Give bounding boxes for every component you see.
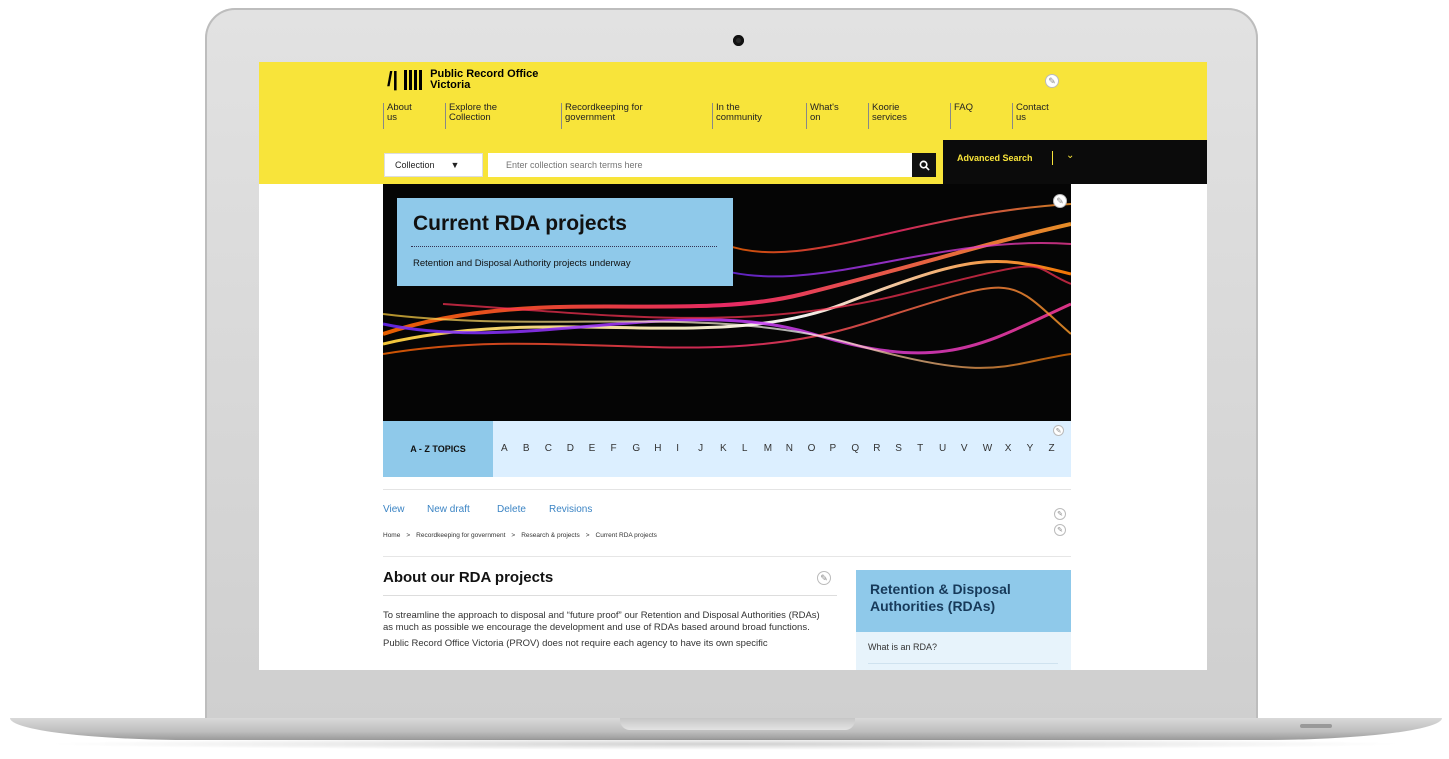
az-letter-l[interactable]: L — [742, 443, 748, 454]
logo-text: Public Record Office Victoria — [430, 68, 539, 91]
pencil-icon[interactable]: ✎ — [1054, 524, 1066, 536]
nav-item-community[interactable]: In the community — [712, 103, 782, 129]
body-paragraph: Public Record Office Victoria (PROV) doe… — [383, 638, 768, 649]
laptop-screen: /| Public Record Office Victoria ✎ About… — [259, 62, 1207, 670]
section-body: To streamline the approach to disposal a… — [383, 610, 829, 654]
search-button[interactable] — [912, 153, 936, 177]
hero-title-divider — [411, 246, 717, 247]
breadcrumb-separator: > — [406, 532, 411, 539]
caret-down-icon: ▼ — [450, 160, 460, 170]
section-title-divider — [383, 595, 837, 596]
search-input[interactable] — [488, 153, 912, 177]
section-title: About our RDA projects — [383, 569, 554, 586]
az-letter-z[interactable]: Z — [1049, 443, 1055, 454]
breadcrumb-item-current: Current RDA projects — [595, 532, 657, 539]
nav-item-explore[interactable]: Explore the Collection — [445, 103, 515, 129]
nav-item-contact[interactable]: Contact us — [1012, 103, 1050, 129]
laptop-shadow — [40, 738, 1410, 750]
sidebar-item-divider — [868, 663, 1058, 664]
nav-item-koorie[interactable]: Koorie services — [868, 103, 918, 129]
az-letter-q[interactable]: Q — [851, 443, 859, 454]
nav-item-faq[interactable]: FAQ — [950, 103, 980, 129]
nav-item-about[interactable]: About us — [383, 103, 419, 129]
tab-view[interactable]: View — [383, 504, 405, 515]
tab-delete[interactable]: Delete — [497, 504, 526, 515]
az-letter-d[interactable]: D — [567, 443, 574, 454]
laptop-notch — [620, 718, 855, 730]
az-letter-r[interactable]: R — [873, 443, 880, 454]
breadcrumb-item[interactable]: Research & projects — [521, 532, 580, 539]
hero-title-box: Current RDA projects Retention and Dispo… — [397, 198, 733, 286]
search-scope-label: Collection — [395, 160, 435, 170]
page-subtitle: Retention and Disposal Authority project… — [413, 258, 631, 269]
az-letter-v[interactable]: V — [961, 443, 968, 454]
webcam — [733, 35, 744, 46]
az-letter-w[interactable]: W — [983, 443, 992, 454]
content-divider — [383, 489, 1071, 490]
breadcrumb-separator: > — [511, 532, 516, 539]
az-letter-k[interactable]: K — [720, 443, 727, 454]
pencil-icon[interactable]: ✎ — [1053, 425, 1064, 436]
az-letter-y[interactable]: Y — [1027, 443, 1034, 454]
sidebar-item-what-is-rda[interactable]: What is an RDA? — [868, 642, 937, 652]
page-title: Current RDA projects — [413, 212, 627, 235]
chevron-down-icon[interactable]: ⌄ — [1066, 150, 1074, 161]
az-letter-t[interactable]: T — [917, 443, 923, 454]
az-letter-c[interactable]: C — [545, 443, 552, 454]
laptop-led — [1300, 724, 1332, 728]
az-letter-f[interactable]: F — [611, 443, 617, 454]
az-letter-h[interactable]: H — [654, 443, 661, 454]
az-letter-o[interactable]: O — [808, 443, 816, 454]
site-logo[interactable]: /| Public Record Office Victoria — [387, 69, 540, 91]
sidebar-header: Retention & Disposal Authorities (RDAs) — [856, 570, 1071, 632]
az-letter-p[interactable]: P — [830, 443, 837, 454]
advanced-search-link[interactable]: Advanced Search — [957, 153, 1033, 163]
search-scope-select[interactable]: Collection ▼ — [384, 153, 483, 177]
az-letter-a[interactable]: A — [501, 443, 508, 454]
breadcrumb-item[interactable]: Recordkeeping for government — [416, 532, 505, 539]
az-letter-e[interactable]: E — [589, 443, 596, 454]
az-letter-u[interactable]: U — [939, 443, 946, 454]
magnifier-icon — [919, 160, 930, 171]
pencil-icon[interactable]: ✎ — [1045, 74, 1059, 88]
az-letter-g[interactable]: G — [632, 443, 640, 454]
pencil-icon[interactable]: ✎ — [1053, 194, 1067, 208]
body-paragraph: To streamline the approach to disposal a… — [383, 610, 820, 633]
az-letter-b[interactable]: B — [523, 443, 530, 454]
tab-revisions[interactable]: Revisions — [549, 504, 592, 515]
az-letter-m[interactable]: M — [764, 443, 772, 454]
tab-new-draft[interactable]: New draft — [427, 504, 470, 515]
az-topics-label[interactable]: A - Z TOPICS — [383, 421, 493, 477]
pencil-icon[interactable]: ✎ — [1054, 508, 1066, 520]
pencil-icon[interactable]: ✎ — [817, 571, 831, 585]
az-letter-i[interactable]: I — [676, 443, 679, 454]
sidebar-menu: What is an RDA? — [856, 632, 1071, 670]
az-letter-j[interactable]: J — [698, 443, 703, 454]
advanced-search-divider — [1052, 151, 1053, 165]
nav-item-recordkeeping[interactable]: Recordkeeping for government — [561, 103, 661, 129]
breadcrumb-divider — [383, 556, 1071, 557]
logo-bars-mark — [404, 70, 425, 90]
logo-slash-mark: /| — [387, 69, 399, 91]
breadcrumb-item[interactable]: Home — [383, 532, 400, 539]
az-letter-n[interactable]: N — [786, 443, 793, 454]
sidebar-title: Retention & Disposal Authorities (RDAs) — [870, 581, 1011, 614]
breadcrumb-separator: > — [585, 532, 590, 539]
az-topics-bar: A - Z TOPICS ABCDEFGHIJKLMNOPQRSTUVWXYZ … — [383, 421, 1071, 477]
breadcrumb: Home > Recordkeeping for government > Resear… — [383, 532, 657, 539]
az-letter-x[interactable]: X — [1005, 443, 1012, 454]
nav-item-whats-on[interactable]: What's on — [806, 103, 844, 129]
az-letter-s[interactable]: S — [895, 443, 902, 454]
